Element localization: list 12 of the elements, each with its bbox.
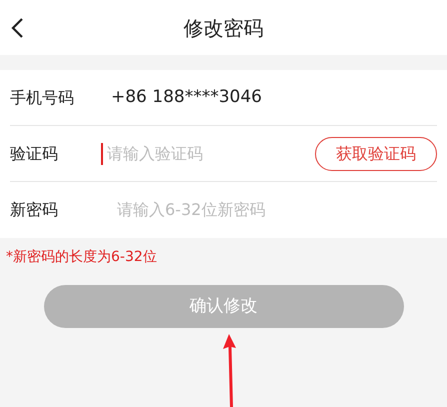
- arrow-icon: [222, 334, 238, 407]
- back-icon[interactable]: [10, 17, 24, 39]
- page-title: 修改密码: [184, 14, 264, 42]
- confirm-button: 确认修改: [44, 285, 404, 328]
- field-label: 新密码: [10, 199, 59, 221]
- get-code-button[interactable]: 获取验证码: [315, 136, 437, 170]
- password-field[interactable]: 请输入6-32位新密码: [113, 198, 437, 222]
- phone-number: +86 188****3046: [111, 86, 262, 109]
- field-label: 验证码: [10, 142, 59, 164]
- password-hint: *新密码的长度为6-32位: [6, 248, 158, 267]
- code-field[interactable]: 请输入验证码: [103, 142, 307, 166]
- field-label: 手机号码: [10, 86, 75, 108]
